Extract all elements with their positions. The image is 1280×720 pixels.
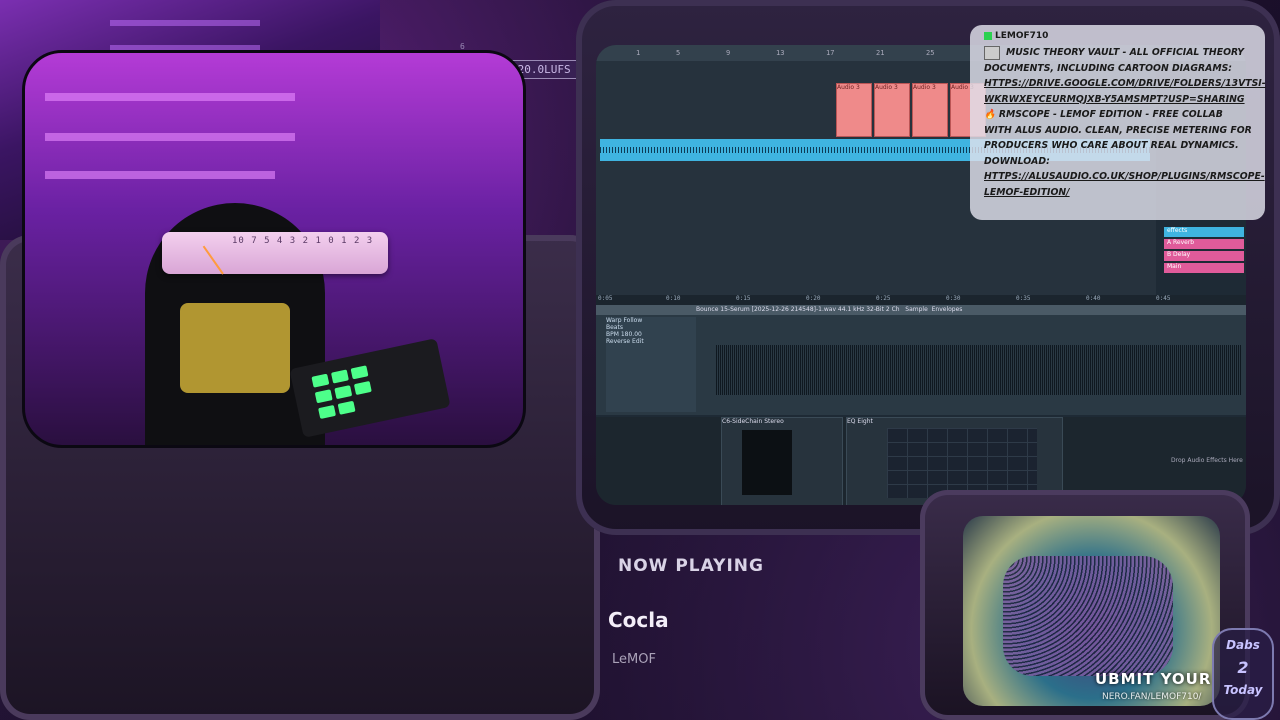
device-title: EQ Eight xyxy=(847,418,873,425)
crowd-image xyxy=(1003,556,1173,676)
clip-view[interactable]: Bounce 15-Serum [2025-12-26 214548]-1.wa… xyxy=(596,305,1246,415)
promo-text: UBMIT YOUR xyxy=(1095,670,1212,688)
now-playing-artist: LeMOF xyxy=(612,652,656,667)
device-title: C6-SideChain Stereo xyxy=(722,418,784,425)
chat-link[interactable]: HTTPS://DRIVE.GOOGLE.COM/DRIVE/FOLDERS/1… xyxy=(984,78,1266,105)
sidechain-device[interactable]: C6-SideChain Stereo xyxy=(721,417,843,505)
warp-mode[interactable]: Beats xyxy=(606,324,696,331)
dabs-badge: Dabs 2 Today xyxy=(1212,628,1274,720)
folder-icon xyxy=(984,45,1000,60)
audio-clip[interactable]: Audio 3 xyxy=(912,83,948,137)
shelf xyxy=(45,133,295,141)
fire-icon: 🔥 xyxy=(984,109,996,120)
vu-needle xyxy=(202,245,224,275)
shelf xyxy=(110,20,260,26)
vu-gauge: 10 7 5 4 3 2 1 0 1 2 3 xyxy=(162,232,388,275)
chat-overlay: LEMOF710 MUSIC THEORY VAULT - ALL OFFICI… xyxy=(970,25,1266,220)
reverse-button[interactable]: Reverse xyxy=(606,338,630,345)
sample-tab[interactable]: Sample xyxy=(905,306,928,313)
vu-scale: 10 7 5 4 3 2 1 0 1 2 3 xyxy=(232,236,374,246)
return-track[interactable]: Main xyxy=(1164,263,1244,273)
scope-display xyxy=(742,430,792,495)
streamer-shirt xyxy=(180,303,290,393)
envelopes-tab[interactable]: Envelopes xyxy=(932,306,963,313)
audio-clip[interactable]: Audio 3 xyxy=(836,83,872,137)
audio-clip[interactable]: Audio 3 xyxy=(874,83,910,137)
shelf xyxy=(45,171,275,179)
bpm-field[interactable]: 180.00 xyxy=(621,331,642,338)
now-playing-song: Cocla xyxy=(608,608,669,632)
shelf xyxy=(45,93,295,101)
chat-message: MUSIC THEORY VAULT - ALL OFFICIAL THEORY… xyxy=(984,45,1266,198)
clip-properties: Warp Follow Beats BPM 180.00 Reverse Edi… xyxy=(606,317,696,412)
sample-waveform xyxy=(716,345,1241,395)
drop-effects-hint: Drop Audio Effects Here xyxy=(1171,457,1243,464)
now-playing-heading: NOW PLAYING xyxy=(618,556,764,576)
follow-toggle[interactable]: Follow xyxy=(623,317,642,324)
chat-user-icon xyxy=(984,31,992,40)
chat-link[interactable]: HTTPS://ALUSAUDIO.CO.UK/SHOP/PLUGINS/RMS… xyxy=(984,171,1265,198)
return-track[interactable]: B Delay xyxy=(1164,251,1244,261)
return-track[interactable]: effects xyxy=(1164,227,1244,237)
chat-username: LEMOF710 xyxy=(984,31,1253,41)
warp-toggle[interactable]: Warp xyxy=(606,317,622,324)
return-track[interactable]: A Reverb xyxy=(1164,239,1244,249)
eq-graph[interactable] xyxy=(887,428,1037,498)
promo-url: NERO.FAN/LEMOF710/ xyxy=(1102,692,1202,702)
clip-header: Bounce 15-Serum [2025-12-26 214548]-1.wa… xyxy=(596,305,1246,315)
edit-button[interactable]: Edit xyxy=(632,338,644,345)
